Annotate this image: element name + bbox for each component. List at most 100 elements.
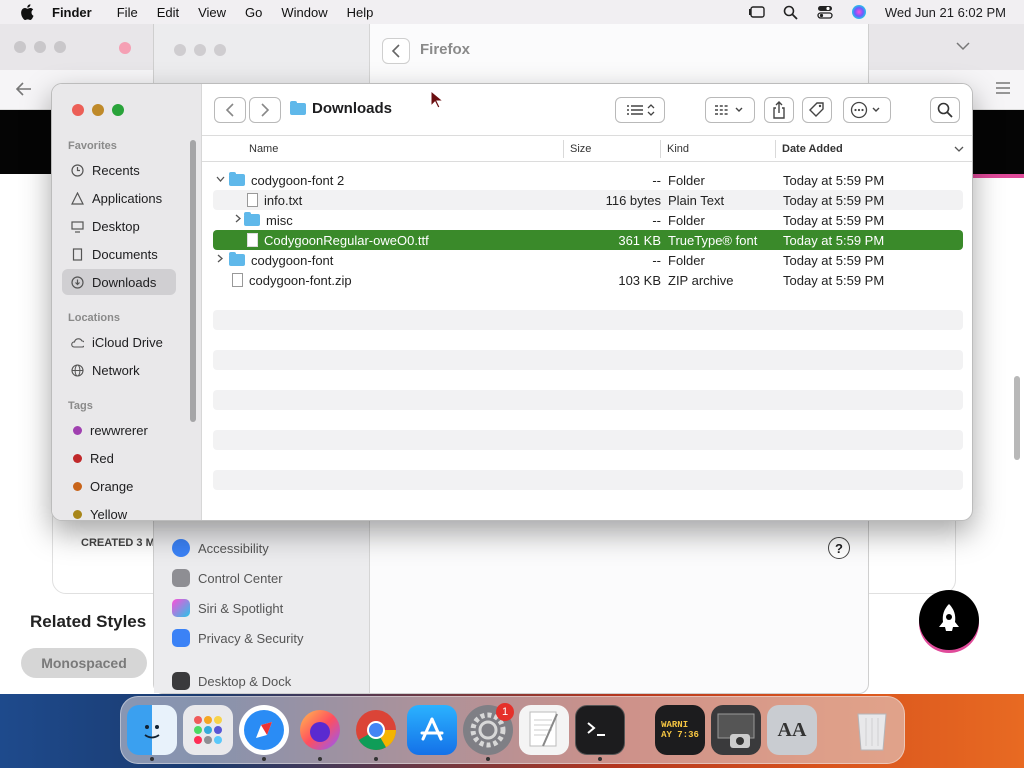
firefox-tab-icon[interactable] — [117, 41, 133, 55]
settings-window-controls[interactable] — [174, 44, 226, 56]
sidebar-item-applications[interactable]: Applications — [62, 185, 176, 211]
view-options-button[interactable] — [615, 97, 665, 123]
sidebar-item-documents[interactable]: Documents — [62, 241, 176, 267]
file-row[interactable]: info.txt 116 bytes Plain Text Today at 5… — [213, 190, 963, 210]
font-book-icon[interactable]: AA — [767, 705, 817, 755]
running-indicator — [150, 757, 154, 761]
file-kind: TrueType® font — [668, 232, 758, 248]
disclosure-closed-icon[interactable] — [215, 254, 225, 266]
firefox-icon[interactable] — [295, 705, 345, 755]
menu-file[interactable]: File — [117, 5, 138, 20]
terminal-icon[interactable] — [575, 705, 625, 755]
file-row[interactable]: codygoon-font 2 -- Folder Today at 5:59 … — [213, 170, 963, 190]
settings-item-accessibility[interactable]: Accessibility — [172, 536, 269, 560]
safari-icon[interactable] — [239, 705, 289, 755]
settings-item-siri[interactable]: Siri & Spotlight — [172, 596, 283, 620]
tag-button[interactable] — [802, 97, 832, 123]
file-row[interactable]: codygoon-font.zip 103 KB ZIP archive Tod… — [213, 270, 963, 290]
minimize-button[interactable] — [92, 104, 104, 116]
sidebar-item-recents[interactable]: Recents — [62, 157, 176, 183]
finder-icon[interactable] — [127, 705, 177, 755]
sidebar-item-network[interactable]: Network — [62, 357, 176, 383]
settings-item-privacy[interactable]: Privacy & Security — [172, 626, 303, 650]
sidebar-item-desktop[interactable]: Desktop — [62, 213, 176, 239]
sidebar-item-downloads[interactable]: Downloads — [62, 269, 176, 295]
launchpad-icon[interactable] — [183, 705, 233, 755]
column-date-added[interactable]: Date Added — [782, 143, 843, 155]
dock-icon — [172, 672, 190, 690]
file-row[interactable]: misc -- Folder Today at 5:59 PM — [213, 210, 963, 230]
close-button[interactable] — [72, 104, 84, 116]
menu-go[interactable]: Go — [245, 5, 262, 20]
menu-window[interactable]: Window — [281, 5, 327, 20]
column-divider[interactable] — [775, 140, 776, 158]
chevron-down-icon[interactable] — [956, 41, 970, 51]
action-menu-button[interactable] — [843, 97, 891, 123]
siri-icon[interactable] — [849, 4, 869, 20]
browser-scrollbar[interactable] — [1014, 376, 1020, 460]
screenshot-icon[interactable] — [711, 705, 761, 755]
running-indicator — [486, 757, 490, 761]
control-center-icon[interactable] — [815, 4, 835, 20]
file-row-selected[interactable]: CodygoonRegular-oweO0.ttf 361 KB TrueTyp… — [213, 230, 963, 250]
sidebar-tag-orange[interactable]: Orange — [62, 473, 176, 499]
zoom-button[interactable] — [112, 104, 124, 116]
file-date: Today at 5:59 PM — [783, 212, 885, 228]
settings-back-button[interactable] — [382, 38, 410, 64]
sidebar-tag-red[interactable]: Red — [62, 445, 176, 471]
sidebar-tag-rewwrerer[interactable]: rewwrerer — [62, 417, 176, 443]
rocket-button[interactable] — [919, 590, 979, 650]
textedit-icon[interactable] — [519, 705, 569, 755]
menu-view[interactable]: View — [198, 5, 226, 20]
applications-icon — [70, 191, 84, 205]
sidebar-item-label: Applications — [92, 190, 163, 206]
column-divider[interactable] — [660, 140, 661, 158]
folder-icon — [244, 212, 260, 226]
sidebar-item-icloud[interactable]: iCloud Drive — [62, 329, 176, 355]
disclosure-open-icon[interactable] — [215, 175, 225, 186]
back-button[interactable] — [214, 97, 246, 123]
sidebar-tag-yellow[interactable]: Yellow — [62, 501, 176, 520]
console-icon[interactable]: WARNI AY 7:36 — [655, 705, 705, 755]
created-text: CREATED 3 M — [81, 537, 155, 549]
disclosure-closed-icon[interactable] — [233, 214, 243, 226]
file-date: Today at 5:59 PM — [783, 272, 885, 288]
browser-back-icon[interactable] — [16, 82, 32, 96]
menu-app-name[interactable]: Finder — [52, 5, 92, 20]
settings-item-desktop-dock[interactable]: Desktop & Dock — [172, 669, 291, 693]
file-row[interactable]: codygoon-font -- Folder Today at 5:59 PM — [213, 250, 963, 270]
settings-item-label: Privacy & Security — [198, 630, 304, 646]
search-button[interactable] — [930, 97, 960, 123]
desktop-icon — [70, 219, 84, 233]
menu-clock[interactable]: Wed Jun 21 6:02 PM — [885, 5, 1006, 20]
tag-color-dot — [73, 509, 82, 519]
trash-icon[interactable] — [847, 705, 897, 755]
share-button[interactable] — [764, 97, 794, 123]
stage-manager-icon[interactable] — [747, 4, 767, 20]
menu-help[interactable]: Help — [347, 5, 374, 20]
browser-window-controls[interactable] — [14, 41, 66, 53]
menu-edit[interactable]: Edit — [157, 5, 179, 20]
spotlight-search-icon[interactable] — [781, 4, 801, 20]
monospaced-tag-button[interactable]: Monospaced — [21, 648, 147, 678]
settings-item-control-center[interactable]: Control Center — [172, 566, 283, 590]
folder-icon — [229, 252, 245, 266]
chevron-left-icon — [391, 44, 400, 58]
chrome-icon[interactable] — [351, 705, 401, 755]
app-store-icon[interactable] — [407, 705, 457, 755]
sidebar-scrollbar[interactable] — [190, 140, 196, 422]
column-kind[interactable]: Kind — [667, 143, 689, 155]
empty-row — [213, 310, 963, 330]
group-button[interactable] — [705, 97, 755, 123]
help-button[interactable]: ? — [828, 537, 850, 559]
tag-color-dot — [73, 453, 82, 463]
column-name[interactable]: Name — [249, 143, 278, 155]
apple-icon[interactable] — [20, 4, 34, 20]
forward-button[interactable] — [249, 97, 281, 123]
browser-menu-icon[interactable] — [996, 82, 1010, 94]
empty-row — [213, 470, 963, 490]
column-size[interactable]: Size — [570, 143, 591, 155]
column-divider[interactable] — [563, 140, 564, 158]
sort-chevron-icon[interactable] — [954, 146, 964, 153]
globe-icon — [70, 363, 84, 377]
